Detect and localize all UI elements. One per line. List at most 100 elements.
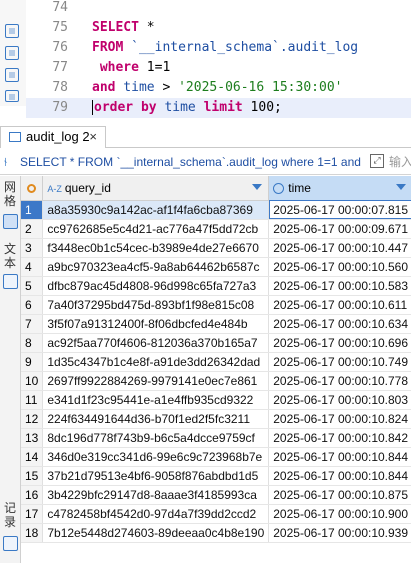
cell-time[interactable]: 2025-06-17 00:00:07.815 bbox=[268, 200, 411, 220]
code-line[interactable]: 78 and time > '2025-06-16 15:30:00' bbox=[26, 78, 411, 98]
row-number[interactable]: 1 bbox=[21, 200, 44, 220]
sort-icon[interactable] bbox=[252, 184, 263, 190]
cell-time[interactable]: 2025-06-17 00:00:10.939 bbox=[268, 523, 411, 543]
select-all-icon[interactable] bbox=[27, 184, 36, 194]
row-number[interactable]: 6 bbox=[21, 295, 44, 315]
explain-plan-icon[interactable] bbox=[5, 68, 19, 82]
row-number-header[interactable] bbox=[21, 176, 44, 201]
table-row[interactable]: 7 3f5f07a91312400f-8f06dbcfed4e484b 2025-0… bbox=[21, 314, 411, 334]
table-row[interactable]: 9 1d35c4347b1c4e8f-a91de3dd26342dad 2025-0… bbox=[21, 352, 411, 372]
cell-query-id[interactable]: 7a40f37295bd475d-893bf1f98e815c08 bbox=[42, 295, 270, 315]
filter-icon[interactable]: ⫮ bbox=[4, 155, 7, 170]
row-number[interactable]: 3 bbox=[21, 238, 44, 258]
row-number[interactable]: 2 bbox=[21, 219, 44, 239]
cell-query-id[interactable]: a8a35930c9a142ac-af1f4fa6cba87369 bbox=[42, 200, 270, 220]
execute-statement-icon[interactable] bbox=[5, 24, 19, 38]
code-text[interactable]: and time > '2025-06-16 15:30:00' bbox=[92, 78, 342, 98]
table-row[interactable]: 5 dfbc879ac45d4808-96d998c65fa727a3 2025-0… bbox=[21, 276, 411, 296]
table-row[interactable]: 13 8dc196d778f743b9-b6c5a4dcce9759cf 2025-… bbox=[21, 428, 411, 448]
row-number[interactable]: 15 bbox=[21, 466, 44, 486]
cell-query-id[interactable]: 7b12e5448d274603-89deeaa0c4b8e190 bbox=[42, 523, 270, 543]
cell-time[interactable]: 2025-06-17 00:00:10.900 bbox=[268, 504, 411, 524]
row-number[interactable]: 5 bbox=[21, 276, 44, 296]
table-row[interactable]: 3 f3448ec0b1c54cec-b3989e4de27e6670 2025-0… bbox=[21, 238, 411, 258]
row-number[interactable]: 13 bbox=[21, 428, 44, 448]
code-text[interactable]: where 1=1 bbox=[92, 58, 170, 78]
table-row[interactable]: 8 ac92f5aa770f4606-812036a370b165a7 2025-0… bbox=[21, 333, 411, 353]
row-number[interactable]: 7 bbox=[21, 314, 44, 334]
filter-expression-input[interactable]: 输入 bbox=[389, 152, 411, 172]
row-number[interactable]: 14 bbox=[21, 447, 44, 467]
cell-time[interactable]: 2025-06-17 00:00:09.671 bbox=[268, 219, 411, 239]
grid-view-icon[interactable] bbox=[3, 214, 18, 229]
code-line[interactable]: 76 FROM `__internal_schema`.audit_log bbox=[26, 38, 411, 58]
column-header-time[interactable]: time bbox=[268, 176, 411, 201]
row-number[interactable]: 10 bbox=[21, 371, 44, 391]
grid-view-label[interactable]: 网格 bbox=[1, 180, 19, 208]
cell-query-id[interactable]: 8dc196d778f743b9-b6c5a4dcce9759cf bbox=[42, 428, 270, 448]
cell-time[interactable]: 2025-06-17 00:00:10.842 bbox=[268, 428, 411, 448]
code-line[interactable]: 77 where 1=1 bbox=[26, 58, 411, 78]
cell-time[interactable]: 2025-06-17 00:00:10.611 bbox=[268, 295, 411, 315]
cell-time[interactable]: 2025-06-17 00:00:10.447 bbox=[268, 238, 411, 258]
row-number[interactable]: 16 bbox=[21, 485, 44, 505]
cell-query-id[interactable]: 3b4229bfc29147d8-8aaae3f4185993ca bbox=[42, 485, 270, 505]
cell-time[interactable]: 2025-06-17 00:00:10.583 bbox=[268, 276, 411, 296]
cell-query-id[interactable]: 346d0e319cc341d6-99e6c9c723968b7e bbox=[42, 447, 270, 467]
code-text[interactable]: SELECT * bbox=[92, 18, 155, 38]
code-text[interactable]: FROM `__internal_schema`.audit_log bbox=[92, 38, 358, 58]
code-line[interactable]: 74 bbox=[26, 0, 411, 18]
table-row[interactable]: 6 7a40f37295bd475d-893bf1f98e815c08 2025-0… bbox=[21, 295, 411, 315]
cell-time[interactable]: 2025-06-17 00:00:10.560 bbox=[268, 257, 411, 277]
table-row[interactable]: 4 a9bc970323ea4cf5-9a8ab64462b6587c 2025-0… bbox=[21, 257, 411, 277]
cell-time[interactable]: 2025-06-17 00:00:10.749 bbox=[268, 352, 411, 372]
cell-query-id[interactable]: e341d1f23c95441e-a1e4ffb935cd9322 bbox=[42, 390, 270, 410]
execute-script-icon[interactable] bbox=[5, 46, 19, 60]
row-number[interactable]: 4 bbox=[21, 257, 44, 277]
cell-time[interactable]: 2025-06-17 00:00:10.634 bbox=[268, 314, 411, 334]
result-grid[interactable]: A-Z query_id time 1 a8a35930c9a142ac-af1f4… bbox=[21, 176, 411, 563]
table-row[interactable]: 11 e341d1f23c95441e-a1e4ffb935cd9322 2025-… bbox=[21, 390, 411, 410]
filter-input[interactable]: SELECT * FROM `__internal_schema`.audit_… bbox=[20, 152, 364, 172]
cell-query-id[interactable]: cc9762685e5c4d21-ac776a47f5dd72cb bbox=[42, 219, 270, 239]
column-header-query-id[interactable]: A-Z query_id bbox=[42, 176, 270, 201]
cell-query-id[interactable]: 2697ff9922884269-9979141e0ec7e861 bbox=[42, 371, 270, 391]
sort-icon[interactable] bbox=[396, 184, 407, 190]
table-row[interactable]: 2 cc9762685e5c4d21-ac776a47f5dd72cb 2025-0… bbox=[21, 219, 411, 239]
table-row[interactable]: 17 c4782458bf4542d0-97d4a7f39dd2ccd2 2025-… bbox=[21, 504, 411, 524]
text-view-icon[interactable] bbox=[3, 274, 18, 289]
row-number[interactable]: 8 bbox=[21, 333, 44, 353]
expand-icon[interactable]: ⤢ bbox=[370, 154, 384, 168]
result-tab[interactable]: audit_log 2 × bbox=[0, 126, 106, 148]
text-view-label[interactable]: 文本 bbox=[1, 242, 19, 270]
table-row[interactable]: 1 a8a35930c9a142ac-af1f4fa6cba87369 2025-0… bbox=[21, 200, 411, 220]
table-row[interactable]: 18 7b12e5448d274603-89deeaa0c4b8e190 2025-… bbox=[21, 523, 411, 543]
cell-query-id[interactable]: a9bc970323ea4cf5-9a8ab64462b6587c bbox=[42, 257, 270, 277]
cell-time[interactable]: 2025-06-17 00:00:10.824 bbox=[268, 409, 411, 429]
code-line[interactable]: 75 SELECT * bbox=[26, 18, 411, 38]
row-number[interactable]: 11 bbox=[21, 390, 44, 410]
cell-query-id[interactable]: ac92f5aa770f4606-812036a370b165a7 bbox=[42, 333, 270, 353]
code-line[interactable]: 79 order by time limit 100; bbox=[26, 98, 411, 118]
sql-editor[interactable]: 74 75 SELECT * 76 FROM `__internal_schema`.a… bbox=[0, 0, 411, 118]
cell-query-id[interactable]: f3448ec0b1c54cec-b3989e4de27e6670 bbox=[42, 238, 270, 258]
cell-query-id[interactable]: dfbc879ac45d4808-96d998c65fa727a3 bbox=[42, 276, 270, 296]
cell-time[interactable]: 2025-06-17 00:00:10.778 bbox=[268, 371, 411, 391]
cell-time[interactable]: 2025-06-17 00:00:10.844 bbox=[268, 466, 411, 486]
cell-time[interactable]: 2025-06-17 00:00:10.803 bbox=[268, 390, 411, 410]
row-number[interactable]: 9 bbox=[21, 352, 44, 372]
row-number[interactable]: 18 bbox=[21, 523, 44, 543]
cell-time[interactable]: 2025-06-17 00:00:10.844 bbox=[268, 447, 411, 467]
table-row[interactable]: 16 3b4229bfc29147d8-8aaae3f4185993ca 2025-… bbox=[21, 485, 411, 505]
code-text[interactable]: order by time limit 100; bbox=[92, 98, 282, 118]
outline-icon[interactable] bbox=[5, 90, 19, 102]
record-view-label[interactable]: 记录 bbox=[1, 501, 19, 529]
record-view-icon[interactable] bbox=[3, 536, 18, 551]
cell-query-id[interactable]: 1d35c4347b1c4e8f-a91de3dd26342dad bbox=[42, 352, 270, 372]
cell-query-id[interactable]: c4782458bf4542d0-97d4a7f39dd2ccd2 bbox=[42, 504, 270, 524]
close-tab-icon[interactable]: × bbox=[89, 127, 97, 147]
cell-query-id[interactable]: 3f5f07a91312400f-8f06dbcfed4e484b bbox=[42, 314, 270, 334]
table-row[interactable]: 14 346d0e319cc341d6-99e6c9c723968b7e 2025-… bbox=[21, 447, 411, 467]
table-row[interactable]: 10 2697ff9922884269-9979141e0ec7e861 2025-… bbox=[21, 371, 411, 391]
row-number[interactable]: 17 bbox=[21, 504, 44, 524]
